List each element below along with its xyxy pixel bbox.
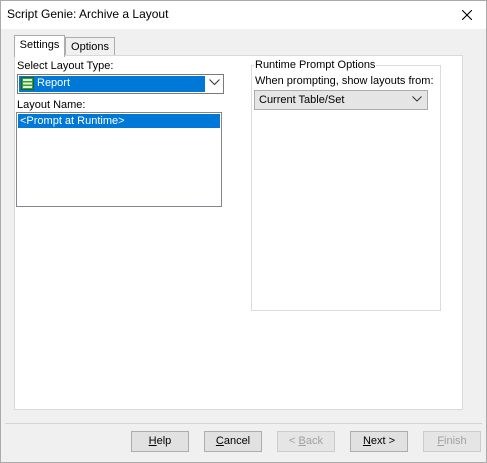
cancel-button[interactable]: Cancel xyxy=(204,431,262,452)
layout-type-value: Report xyxy=(37,77,71,89)
report-icon xyxy=(21,77,34,90)
window-title: Script Genie: Archive a Layout xyxy=(7,7,169,21)
help-button[interactable]: Help xyxy=(131,431,189,452)
footer-divider xyxy=(5,423,482,424)
next-button[interactable]: Next > xyxy=(350,431,408,452)
title-bar: Script Genie: Archive a Layout xyxy=(1,1,486,29)
tab-options[interactable]: Options xyxy=(65,37,115,57)
layout-type-label: Select Layout Type: xyxy=(17,60,114,72)
prompt-source-select[interactable]: Current Table/Set xyxy=(254,90,428,110)
finish-button[interactable]: Finish xyxy=(423,431,481,452)
close-button[interactable] xyxy=(448,1,486,29)
runtime-options-title: Runtime Prompt Options xyxy=(254,59,377,71)
layout-type-selected: Report xyxy=(19,76,205,92)
prompt-source-value: Current Table/Set xyxy=(259,94,345,106)
layout-name-label: Layout Name: xyxy=(17,99,86,111)
tab-settings[interactable]: Settings xyxy=(14,35,65,57)
back-button[interactable]: < Back xyxy=(277,431,335,452)
layout-type-select[interactable]: Report xyxy=(17,74,224,94)
layout-name-list[interactable]: <Prompt at Runtime> xyxy=(16,112,222,207)
chevron-down-icon xyxy=(412,96,422,102)
chevron-down-icon xyxy=(209,79,220,86)
prompt-source-label: When prompting, show layouts from: xyxy=(255,75,434,87)
close-icon xyxy=(462,10,472,20)
list-item[interactable]: <Prompt at Runtime> xyxy=(18,114,220,128)
